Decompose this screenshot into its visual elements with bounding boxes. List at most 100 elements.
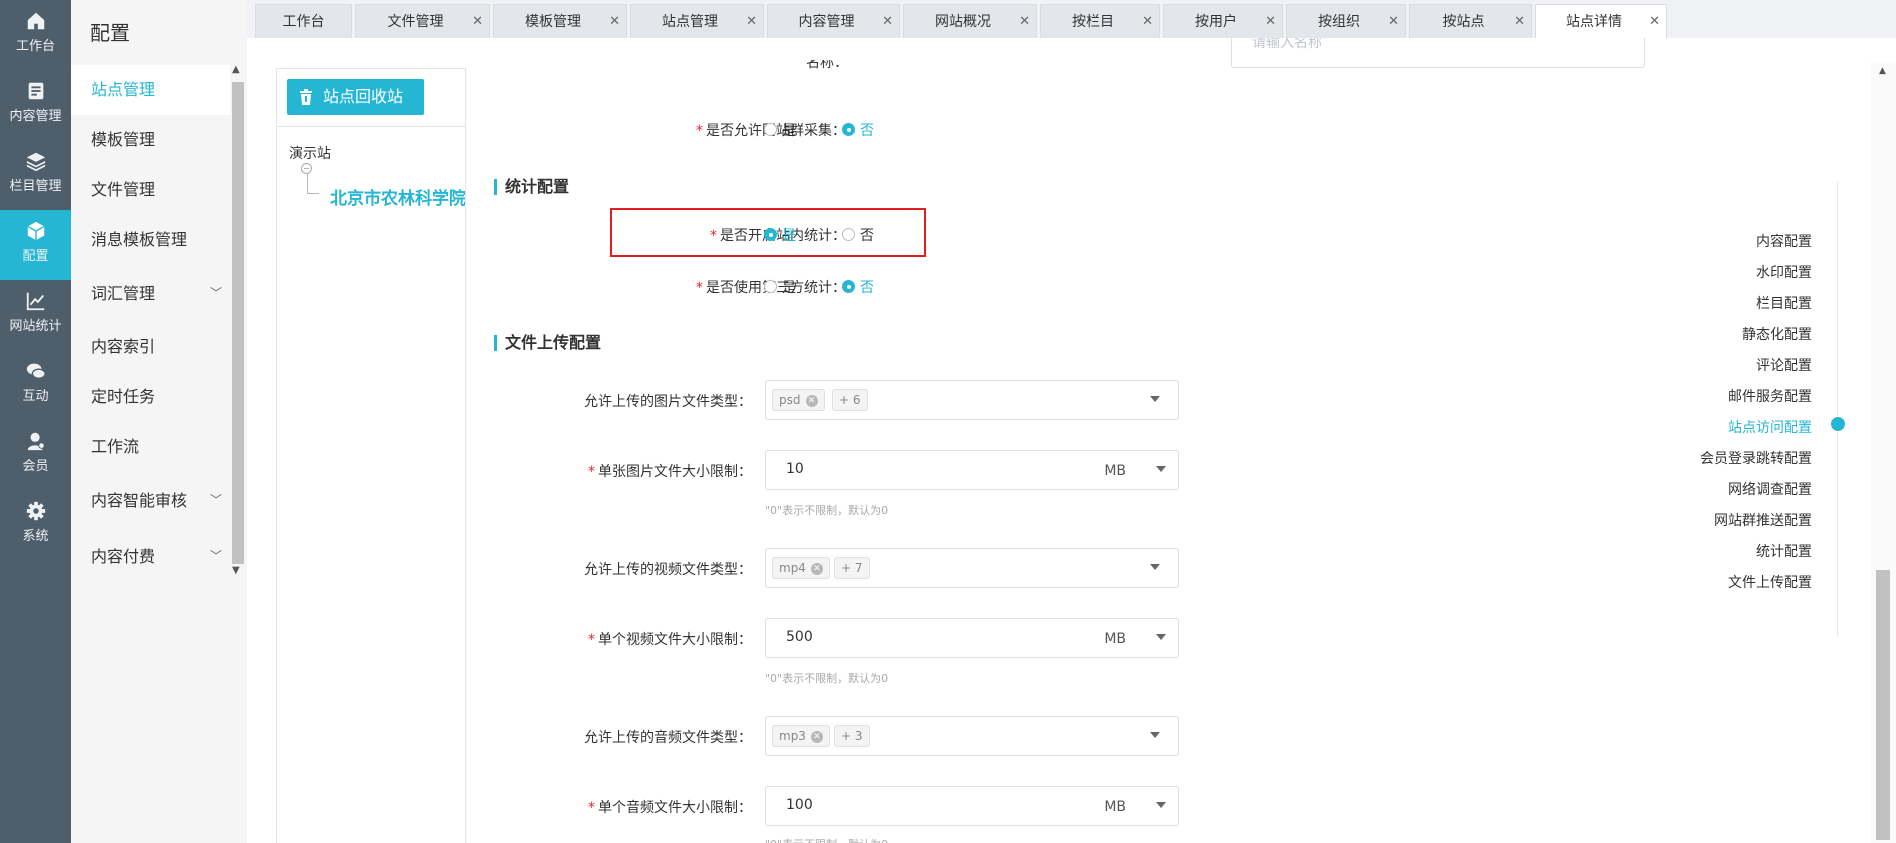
cube-icon [26,221,45,241]
anchor-watermark-config[interactable]: 水印配置 [1756,262,1812,282]
trash-icon [300,89,312,105]
close-icon[interactable]: ✕ [1265,5,1276,39]
audio-size-hint: "0"表示不限制，默认为0 [765,836,888,843]
nav-stats[interactable]: 网站统计 [0,280,71,350]
close-icon[interactable]: ✕ [472,5,483,39]
nav-member[interactable]: 会员 [0,420,71,490]
page-scrollbar[interactable]: ▲ [1871,62,1896,843]
tab-content-manage[interactable]: 内容管理 ✕ [767,4,900,38]
sidebar-item-vocabulary[interactable]: 词汇管理 ﹀ [71,265,230,322]
layers-icon [26,152,45,172]
sidebar-scrollbar[interactable]: ▲ ▼ [229,62,247,582]
anchor-push-config[interactable]: 网站群推送配置 [1714,510,1812,530]
caret-down-icon [1150,396,1160,402]
nav-label: 配置 [22,249,49,264]
third-stat-yes-radio[interactable]: 是 [764,277,796,297]
chip-close-icon[interactable]: ✕ [810,730,823,743]
audio-size-label: * 单个音频文件大小限制： [588,800,752,816]
tab-workbench[interactable]: 工作台 [255,4,352,38]
anchor-static-config[interactable]: 静态化配置 [1742,324,1812,344]
tab-site-manage[interactable]: 站点管理 ✕ [630,4,764,38]
scroll-up-icon[interactable]: ▲ [1879,66,1886,76]
caret-down-icon[interactable] [1156,634,1166,640]
sidebar-item-site[interactable]: 站点管理 [71,65,230,115]
chip-close-icon[interactable]: ✕ [805,394,818,407]
sidebar-item-template[interactable]: 模板管理 [71,115,230,165]
sidebar-item-index[interactable]: 内容索引 [71,322,230,372]
sidebar-item-paid[interactable]: 内容付费 ﹀ [71,529,230,584]
type-chip: mp3 ✕ [772,725,830,747]
video-size-input[interactable]: 500 MB [765,618,1179,658]
nav-workbench[interactable]: 工作台 [0,0,71,70]
name-input[interactable]: 请输入名称 [1231,38,1645,68]
anchor-site-access-config[interactable]: 站点访问配置 [1728,417,1812,437]
image-types-select[interactable]: psd ✕ + 6 [765,380,1179,420]
anchor-comment-config[interactable]: 评论配置 [1756,355,1812,375]
collapse-icon[interactable]: − [301,163,312,174]
sidebar-item-message-template[interactable]: 消息模板管理 [71,215,230,265]
type-chip: mp4 ✕ [772,557,830,579]
anchor-member-login-config[interactable]: 会员登录跳转配置 [1700,448,1812,468]
anchor-column-config[interactable]: 栏目配置 [1756,293,1812,313]
sidebar-item-file[interactable]: 文件管理 [71,165,230,215]
tab-by-column[interactable]: 按栏目 ✕ [1040,4,1160,38]
third-stat-no-radio[interactable]: 否 [842,277,874,297]
sidebar-item-audit[interactable]: 内容智能审核 ﹀ [71,472,230,529]
nav-config[interactable]: 配置 [0,210,71,280]
tab-label: 站点管理 [662,14,718,30]
close-icon[interactable]: ✕ [746,5,757,39]
tab-bar: 工作台 文件管理 ✕ 模板管理 ✕ 站点管理 ✕ 内容管理 ✕ 网站概况 ✕ 按栏目 ✕ 按… [247,0,1896,38]
tree-root-node[interactable]: 演示站 [289,143,331,163]
tab-site-overview[interactable]: 网站概况 ✕ [903,4,1037,38]
close-icon[interactable]: ✕ [1388,5,1399,39]
close-icon[interactable]: ✕ [1142,5,1153,39]
nav-column[interactable]: 栏目管理 [0,140,71,210]
video-types-select[interactable]: mp4 ✕ + 7 [765,548,1179,588]
allow-collect-label: *是否允许网站群采集： [696,123,846,139]
allow-collect-yes-radio[interactable]: 是 [764,120,796,140]
caret-down-icon[interactable] [1156,466,1166,472]
chip-close-icon[interactable]: ✕ [810,562,823,575]
close-icon[interactable]: ✕ [1514,5,1525,39]
tab-template-manage[interactable]: 模板管理 ✕ [493,4,627,38]
more-chip: + 3 [834,725,870,747]
tree-child-node[interactable]: 北京市农林科学院植物 [330,184,465,209]
nav-interact[interactable]: 互动 [0,350,71,420]
anchor-stat-config[interactable]: 统计配置 [1756,541,1812,561]
site-recycle-button[interactable]: 站点回收站 [287,79,424,115]
scrollbar-thumb[interactable] [1876,570,1890,840]
tab-site-detail[interactable]: 站点详情 ✕ [1535,4,1667,38]
tab-label: 按栏目 [1072,14,1114,30]
nav-system[interactable]: 系统 [0,490,71,560]
close-icon[interactable]: ✕ [1019,5,1030,39]
anchor-upload-config[interactable]: 文件上传配置 [1728,572,1812,592]
tab-file-manage[interactable]: 文件管理 ✕ [355,4,490,38]
scroll-down-icon[interactable]: ▼ [232,565,240,576]
video-size-value: 500 [786,629,813,645]
audio-types-select[interactable]: mp3 ✕ + 3 [765,716,1179,756]
nav-label: 互动 [22,389,49,404]
image-types-label: 允许上传的图片文件类型： [584,394,752,410]
audio-size-input[interactable]: 100 MB [765,786,1179,826]
sidebar-item-schedule[interactable]: 定时任务 [71,372,230,422]
tab-by-site[interactable]: 按站点 ✕ [1409,4,1532,38]
close-icon[interactable]: ✕ [882,5,893,39]
tab-by-org[interactable]: 按组织 ✕ [1286,4,1406,38]
nav-content[interactable]: 内容管理 [0,70,71,140]
nav-label: 会员 [22,459,49,474]
anchor-mail-config[interactable]: 邮件服务配置 [1728,386,1812,406]
tab-label: 按组织 [1318,14,1360,30]
close-icon[interactable]: ✕ [1649,5,1660,39]
chevron-down-icon: ﹀ [209,286,222,300]
anchor-content-config[interactable]: 内容配置 [1756,231,1812,251]
image-size-input[interactable]: 10 MB [765,450,1179,490]
caret-down-icon[interactable] [1156,802,1166,808]
close-icon[interactable]: ✕ [609,5,620,39]
third-stat-label: *是否使用第三方统计： [696,280,846,296]
scrollbar-thumb[interactable] [232,82,244,564]
scroll-up-icon[interactable]: ▲ [232,64,240,75]
anchor-survey-config[interactable]: 网络调查配置 [1728,479,1812,499]
allow-collect-no-radio[interactable]: 否 [842,120,874,140]
tab-by-user[interactable]: 按用户 ✕ [1163,4,1283,38]
sidebar-item-workflow[interactable]: 工作流 [71,422,230,472]
